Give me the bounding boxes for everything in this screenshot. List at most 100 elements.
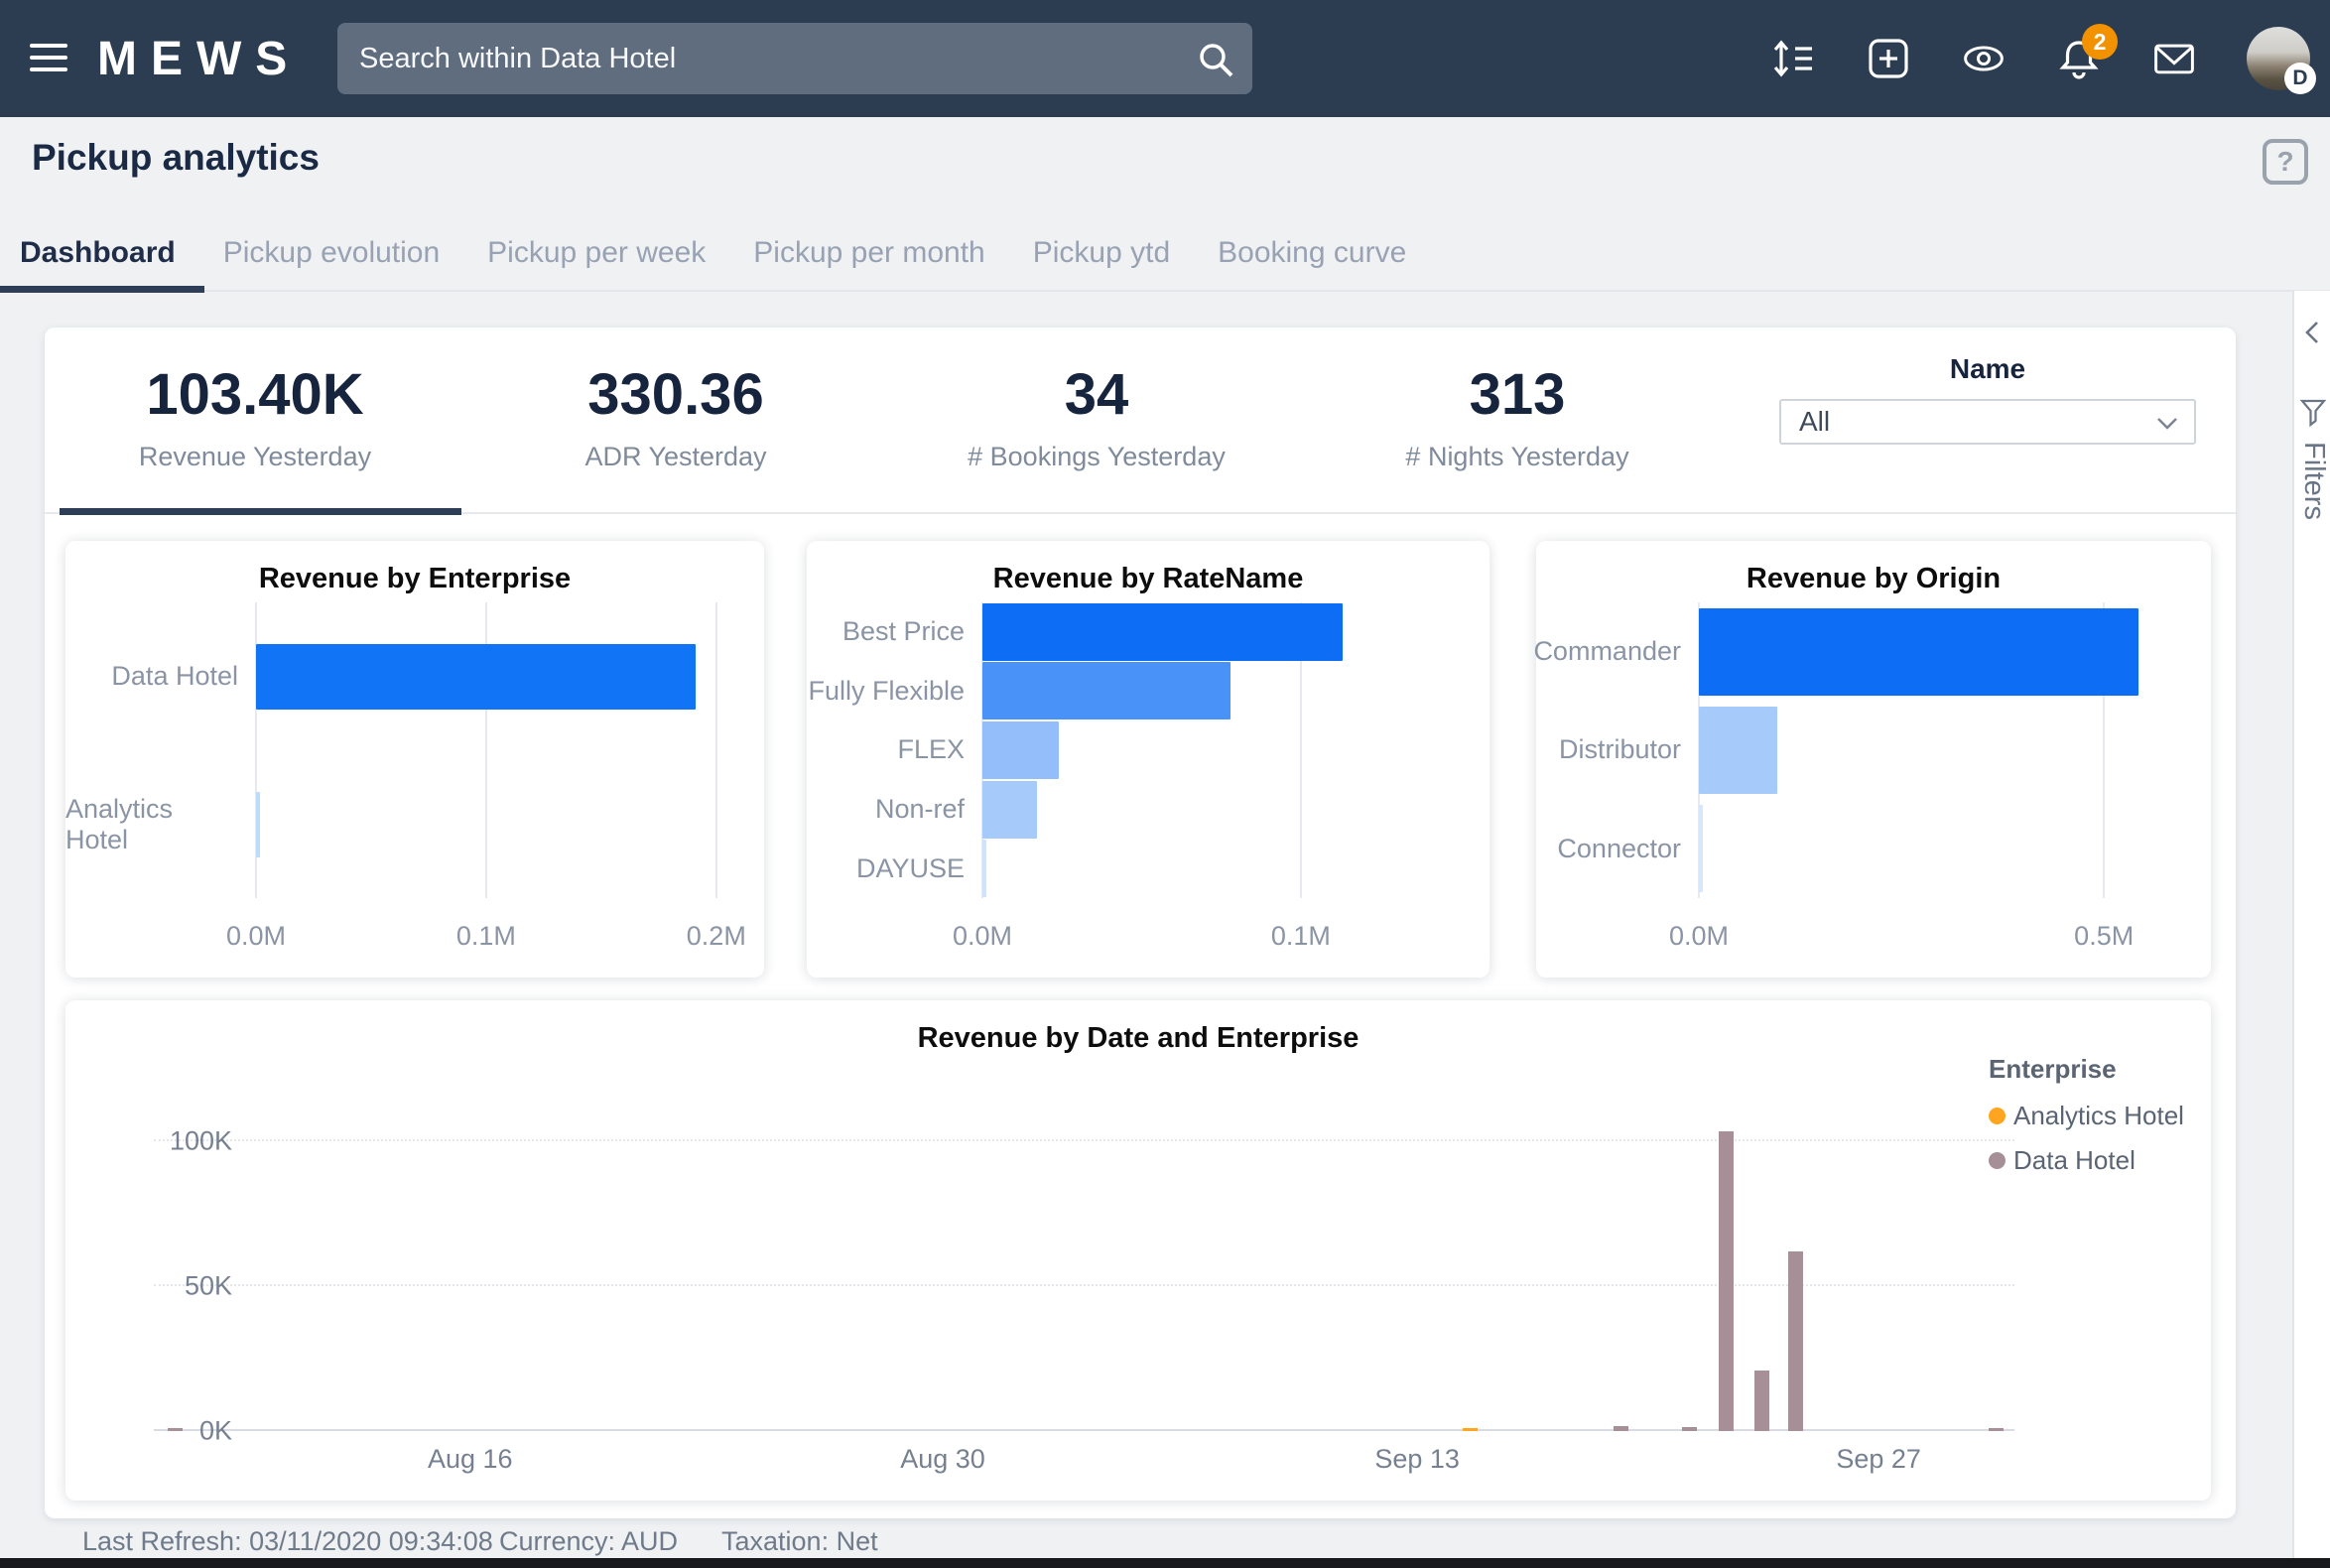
category-label: Data Hotel: [65, 602, 256, 750]
legend: EnterpriseAnalytics HotelData Hotel: [1989, 1054, 2197, 1190]
bar-dayuse[interactable]: [982, 840, 986, 897]
x-axis-tick: 0.1M: [456, 921, 516, 952]
hamburger-menu-icon[interactable]: [30, 44, 69, 73]
kpi-label: Revenue Yesterday: [45, 442, 465, 472]
last-refresh-text: Last Refresh: 03/11/2020 09:34:08: [82, 1526, 493, 1557]
kpi-value: 313: [1307, 361, 1728, 428]
category-label: Distributor: [1536, 701, 1699, 799]
category-axis: Data HotelAnalytics Hotel: [65, 602, 256, 898]
mail-icon[interactable]: [2151, 36, 2197, 81]
tab-dashboard[interactable]: Dashboard: [20, 236, 176, 290]
tab-booking-curve[interactable]: Booking curve: [1218, 236, 1406, 290]
x-axis-tick: 0.0M: [1669, 921, 1729, 952]
legend-item-data-hotel[interactable]: Data Hotel: [1989, 1145, 2197, 1176]
name-filter: Name All: [1779, 353, 2196, 445]
plot-area: 0K50K100K: [154, 1112, 2014, 1431]
active-tab-underline: [0, 286, 204, 293]
search-input[interactable]: [337, 23, 1252, 94]
chart-revenue-by-ratename: Revenue by RateNameBest PriceFully Flexi…: [807, 541, 1489, 978]
mews-logo: MEWS: [97, 32, 301, 86]
bar-data-hotel[interactable]: [256, 644, 696, 710]
tab-pickup-evolution[interactable]: Pickup evolution: [223, 236, 440, 290]
filters-rail: Filters: [2292, 291, 2330, 1558]
bar-sep-24[interactable]: [1754, 1371, 1769, 1431]
sort-lines-icon[interactable]: [1770, 36, 1816, 81]
kpi-tile-0[interactable]: 103.40KRevenue Yesterday: [45, 327, 465, 514]
category-axis: Best PriceFully FlexibleFLEXNon-refDAYUS…: [807, 602, 982, 898]
bar-sep-25[interactable]: [1788, 1251, 1803, 1431]
x-axis-tick: 0.2M: [687, 921, 746, 952]
notification-badge: 2: [2082, 24, 2118, 60]
plot-area: 0.0M0.5M: [1699, 602, 2193, 898]
bar-sep-21[interactable]: [1682, 1427, 1697, 1431]
bar-sep-19[interactable]: [1614, 1426, 1628, 1431]
search-icon[interactable]: [1195, 39, 1236, 80]
x-axis-tick: Sep 13: [1374, 1444, 1460, 1475]
bar-aug-9[interactable]: [168, 1428, 183, 1431]
legend-dot: [1989, 1108, 2006, 1124]
add-new-icon[interactable]: [1866, 36, 1911, 81]
chart-revenue-by-enterprise: Revenue by EnterpriseData HotelAnalytics…: [65, 541, 764, 978]
bar-best-price[interactable]: [982, 603, 1343, 661]
category-label: Non-ref: [807, 780, 982, 840]
name-filter-value: All: [1799, 406, 1830, 438]
name-filter-select[interactable]: All: [1779, 399, 2196, 445]
kpi-label: # Bookings Yesterday: [886, 442, 1307, 472]
bar-sep-23[interactable]: [1719, 1131, 1734, 1431]
bar-commander[interactable]: [1699, 608, 2138, 696]
bar-fully-flexible[interactable]: [982, 662, 1230, 719]
category-label: Connector: [1536, 800, 1699, 898]
help-icon[interactable]: ?: [2263, 139, 2308, 185]
expand-filters-chevron-icon[interactable]: [2301, 319, 2323, 346]
bar-analytics-hotel[interactable]: [256, 792, 260, 857]
tab-pickup-per-week[interactable]: Pickup per week: [487, 236, 706, 290]
bar-distributor[interactable]: [1699, 707, 1777, 794]
chart-revenue-by-date-and-enterprise: Revenue by Date and Enterprise0K50K100KA…: [65, 1000, 2211, 1501]
legend-item-analytics-hotel[interactable]: Analytics Hotel: [1989, 1101, 2197, 1131]
page-title: Pickup analytics: [32, 137, 320, 179]
chevron-down-icon: [2156, 417, 2178, 431]
gridline: [154, 1139, 2014, 1141]
kpi-tile-3[interactable]: 313 # Nights Yesterday: [1307, 327, 1728, 514]
filters-rail-label[interactable]: Filters: [2297, 442, 2330, 520]
category-label: Commander: [1536, 602, 1699, 701]
tab-pickup-ytd[interactable]: Pickup ytd: [1033, 236, 1170, 290]
y-axis-tick: 50K: [153, 1271, 232, 1302]
legend-dot: [1989, 1152, 2006, 1169]
category-label: Fully Flexible: [807, 662, 982, 721]
bar-oct-1[interactable]: [1989, 1428, 2004, 1431]
x-axis-tick: Sep 27: [1836, 1444, 1921, 1475]
global-search: [337, 23, 1252, 94]
kpi-tile-1[interactable]: 330.36ADR Yesterday: [465, 327, 886, 514]
x-axis-tick: Aug 30: [900, 1444, 985, 1475]
bar-sep-15[interactable]: [1463, 1428, 1478, 1431]
category-axis: CommanderDistributorConnector: [1536, 602, 1699, 898]
gridline: [154, 1429, 2014, 1431]
x-axis-tick: 0.0M: [953, 921, 1012, 952]
x-axis-tick: 0.0M: [226, 921, 286, 952]
y-axis-tick: 0K: [153, 1416, 232, 1447]
avatar-status-badge: D: [2284, 63, 2316, 94]
filter-funnel-icon[interactable]: [2299, 398, 2327, 428]
gridline: [715, 602, 717, 898]
bar-flex[interactable]: [982, 721, 1059, 779]
bar-non-ref[interactable]: [982, 781, 1037, 839]
category-label: DAYUSE: [807, 839, 982, 898]
top-navbar: MEWS 2: [0, 0, 2330, 117]
y-axis-tick: 100K: [153, 1126, 232, 1157]
avatar[interactable]: D: [2247, 27, 2310, 90]
name-filter-label: Name: [1779, 353, 2196, 385]
x-axis-tick: Aug 16: [428, 1444, 513, 1475]
notifications-bell-icon[interactable]: 2: [2056, 36, 2102, 81]
pickup-analytics-screen: { "nav": { "brand": "MEWS", "search_plac…: [0, 0, 2330, 1568]
currency-text: Currency: AUD: [499, 1526, 678, 1557]
legend-label: Data Hotel: [2013, 1145, 2136, 1176]
report-tabs: Dashboard Pickup evolution Pickup per week…: [20, 236, 1406, 290]
eye-icon[interactable]: [1961, 36, 2006, 81]
kpi-active-underline: [60, 508, 461, 515]
kpi-tile-2[interactable]: 34# Bookings Yesterday: [886, 327, 1307, 514]
kpi-label: # Nights Yesterday: [1307, 442, 1728, 472]
tab-pickup-per-month[interactable]: Pickup per month: [753, 236, 984, 290]
kpi-value: 330.36: [465, 361, 886, 428]
bar-connector[interactable]: [1699, 805, 1703, 892]
